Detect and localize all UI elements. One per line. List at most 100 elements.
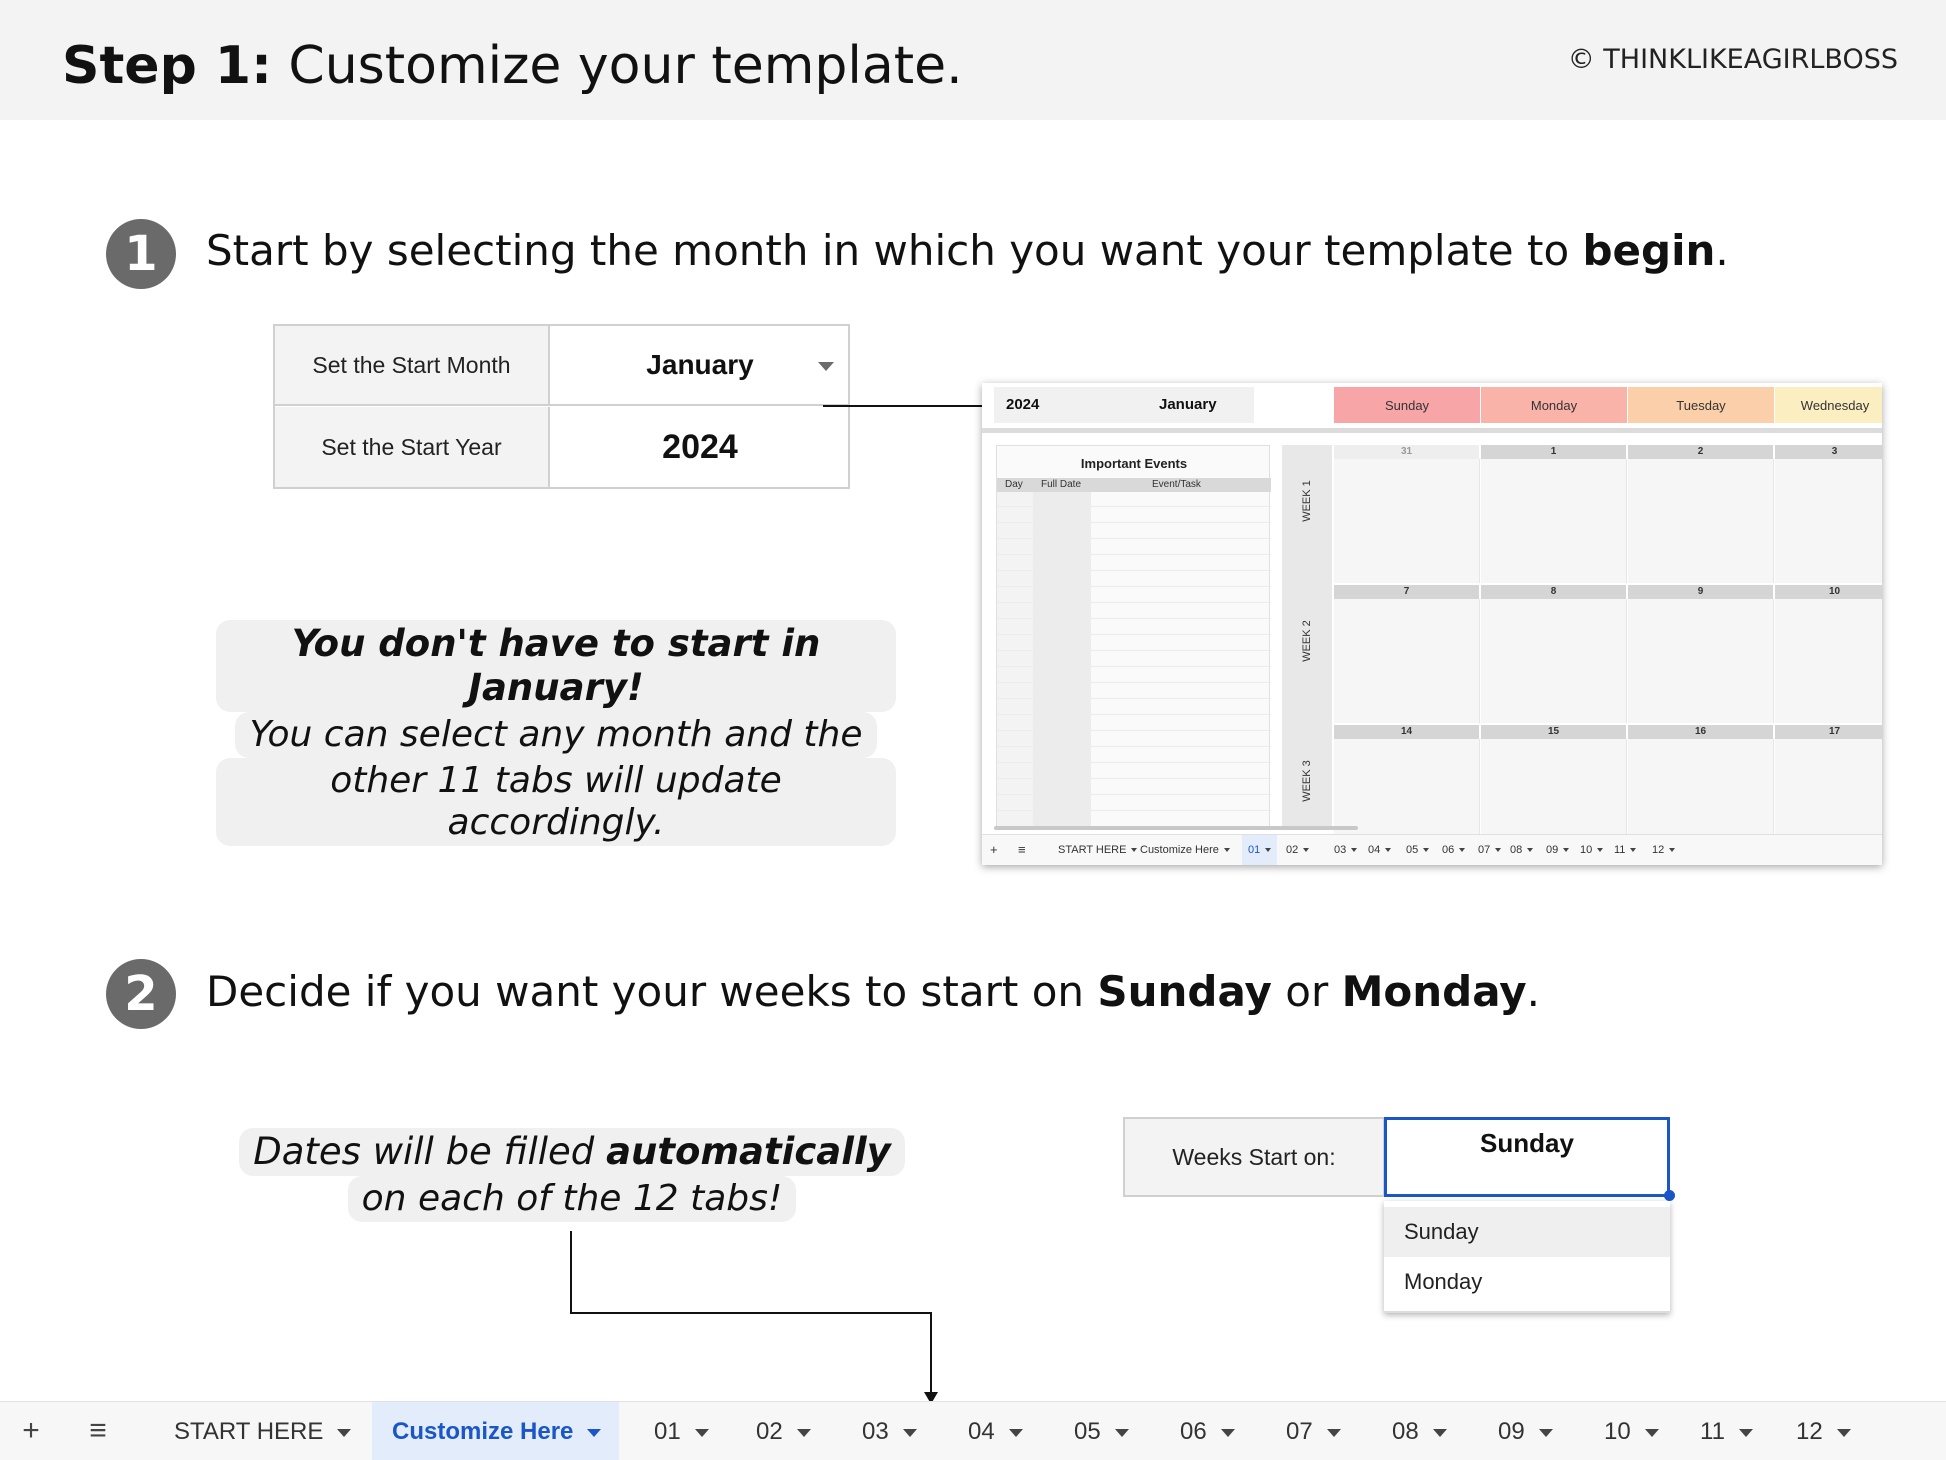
- preview-tab: Customize Here: [1134, 835, 1236, 865]
- sheet-tab[interactable]: 03: [862, 1402, 917, 1460]
- calendar-cell: [1775, 459, 1882, 583]
- events-row-line: [997, 602, 1271, 603]
- chevron-down-icon[interactable]: [587, 1428, 602, 1437]
- events-row-line: [997, 570, 1271, 571]
- sheet-tab[interactable]: 02: [756, 1402, 811, 1460]
- events-row-line: [997, 714, 1271, 715]
- chevron-down-icon[interactable]: [1836, 1428, 1851, 1437]
- template-preview-screenshot: 2024 January Sunday Monday Tuesday Wedne…: [982, 383, 1882, 865]
- option-sunday[interactable]: Sunday: [1384, 1207, 1670, 1257]
- chevron-down-icon[interactable]: [1114, 1428, 1129, 1437]
- sheet-tab[interactable]: 09: [1498, 1402, 1553, 1460]
- sheet-tab-label: 08: [1392, 1418, 1419, 1445]
- chevron-down-icon[interactable]: [902, 1428, 917, 1437]
- start-settings-table: Set the Start Month January Set the Star…: [273, 324, 850, 489]
- preview-tab-label: 11: [1614, 844, 1626, 856]
- sheet-tab[interactable]: 07: [1286, 1402, 1341, 1460]
- chevron-down-icon[interactable]: [1432, 1428, 1447, 1437]
- preview-divider: [982, 428, 1882, 433]
- chevron-down-icon[interactable]: [1644, 1428, 1659, 1437]
- preview-day-header: Wednesday: [1775, 387, 1882, 423]
- start-year-input[interactable]: 2024: [552, 407, 848, 487]
- week-label: WEEK 2: [1300, 620, 1313, 662]
- events-row-line: [997, 618, 1271, 619]
- preview-tab: 03: [1328, 835, 1363, 865]
- sheet-tab[interactable]: 06: [1180, 1402, 1235, 1460]
- sheet-tab-label: 03: [862, 1418, 889, 1445]
- sheet-tab-bar: + ≡ START HERE Customize Here 01 02 03 04 05 06…: [0, 1401, 1946, 1460]
- preview-tab: 09: [1540, 835, 1575, 865]
- sheet-tab[interactable]: START HERE: [174, 1402, 352, 1460]
- calendar-date: 2: [1628, 445, 1773, 459]
- events-row-line: [997, 778, 1271, 779]
- preview-tab-label: 08: [1510, 844, 1523, 856]
- sheet-tab[interactable]: 10: [1604, 1402, 1659, 1460]
- preview-scrollbar: [994, 826, 1358, 830]
- sheet-tab[interactable]: 12: [1796, 1402, 1851, 1460]
- events-row-line: [997, 762, 1271, 763]
- important-events-title: Important Events: [1080, 456, 1188, 471]
- calendar-date: 1: [1481, 445, 1626, 459]
- sheet-tab-label: 04: [968, 1418, 995, 1445]
- sheet-tab-label: 02: [756, 1418, 783, 1445]
- connector-line: [570, 1231, 572, 1314]
- preview-tab: 10: [1574, 835, 1609, 865]
- sheet-tab-label: 10: [1604, 1418, 1631, 1445]
- chevron-down-icon: [1630, 848, 1637, 853]
- sheet-tab-label: 07: [1286, 1418, 1313, 1445]
- important-events-panel: Important Events Day Full Date Event/Tas…: [996, 445, 1271, 828]
- preview-tab: 12: [1646, 835, 1681, 865]
- calendar-cell: [1334, 459, 1480, 583]
- preview-tab-label: START HERE: [1058, 844, 1127, 856]
- calendar-date: 7: [1334, 585, 1479, 599]
- sheet-tab[interactable]: 08: [1392, 1402, 1447, 1460]
- calendar-date: 31: [1334, 445, 1479, 459]
- preview-tab: 07: [1472, 835, 1507, 865]
- calendar-date: 15: [1481, 725, 1626, 739]
- sheet-tab-label: 09: [1498, 1418, 1525, 1445]
- start-month-dropdown[interactable]: January: [552, 326, 848, 404]
- calendar-date: 16: [1628, 725, 1773, 739]
- chevron-down-icon: [1527, 848, 1534, 853]
- copyright-text: © THINKLIKEAGIRLBOSS: [1567, 44, 1898, 75]
- chevron-down-icon: [1385, 848, 1392, 853]
- sheet-tab[interactable]: Customize Here: [372, 1402, 620, 1460]
- weeks-start-dropdown[interactable]: Sunday: [1384, 1117, 1670, 1197]
- preview-tab-label: 04: [1368, 844, 1381, 856]
- events-row-line: [997, 666, 1271, 667]
- sheet-tab[interactable]: 05: [1074, 1402, 1129, 1460]
- chevron-down-icon[interactable]: [1538, 1428, 1553, 1437]
- dropdown-arrow-icon[interactable]: [818, 362, 834, 371]
- hamburger-icon[interactable]: ≡: [80, 1402, 116, 1460]
- sheet-tab[interactable]: 11: [1700, 1402, 1753, 1460]
- chevron-down-icon: [1351, 848, 1358, 853]
- chevron-down-icon[interactable]: [1008, 1428, 1023, 1437]
- chevron-down-icon[interactable]: [796, 1428, 811, 1437]
- resize-handle-icon[interactable]: [1664, 1190, 1675, 1201]
- chevron-down-icon[interactable]: [337, 1428, 352, 1437]
- events-row-line: [997, 698, 1271, 699]
- sheet-tab[interactable]: 04: [968, 1402, 1023, 1460]
- events-column-headers: Day Full Date Event/Task: [997, 478, 1271, 492]
- chevron-down-icon: [1265, 848, 1272, 853]
- start-year-label: Set the Start Year: [275, 407, 550, 487]
- preview-tab: 02: [1280, 835, 1315, 865]
- option-monday[interactable]: Monday: [1384, 1257, 1670, 1307]
- chevron-down-icon: [1495, 848, 1502, 853]
- chevron-down-icon[interactable]: [1220, 1428, 1235, 1437]
- preview-tab-label: 12: [1652, 844, 1665, 856]
- sheet-tab-label: START HERE: [174, 1418, 324, 1445]
- sheet-tab-label: 12: [1796, 1418, 1823, 1445]
- chevron-down-icon[interactable]: [1326, 1428, 1341, 1437]
- chevron-down-icon[interactable]: [1738, 1428, 1753, 1437]
- chevron-down-icon: [1669, 848, 1676, 853]
- events-row-line: [997, 810, 1271, 811]
- events-row-line: [997, 634, 1271, 635]
- events-row-line: [997, 522, 1271, 523]
- step-1-badge: 1: [106, 219, 176, 289]
- sheet-tab[interactable]: 01: [654, 1402, 709, 1460]
- chevron-down-icon[interactable]: [694, 1428, 709, 1437]
- plus-icon[interactable]: +: [14, 1402, 48, 1460]
- calendar-cell: [1775, 599, 1882, 723]
- page-header: Step 1: Customize your template. © THINK…: [0, 0, 1946, 120]
